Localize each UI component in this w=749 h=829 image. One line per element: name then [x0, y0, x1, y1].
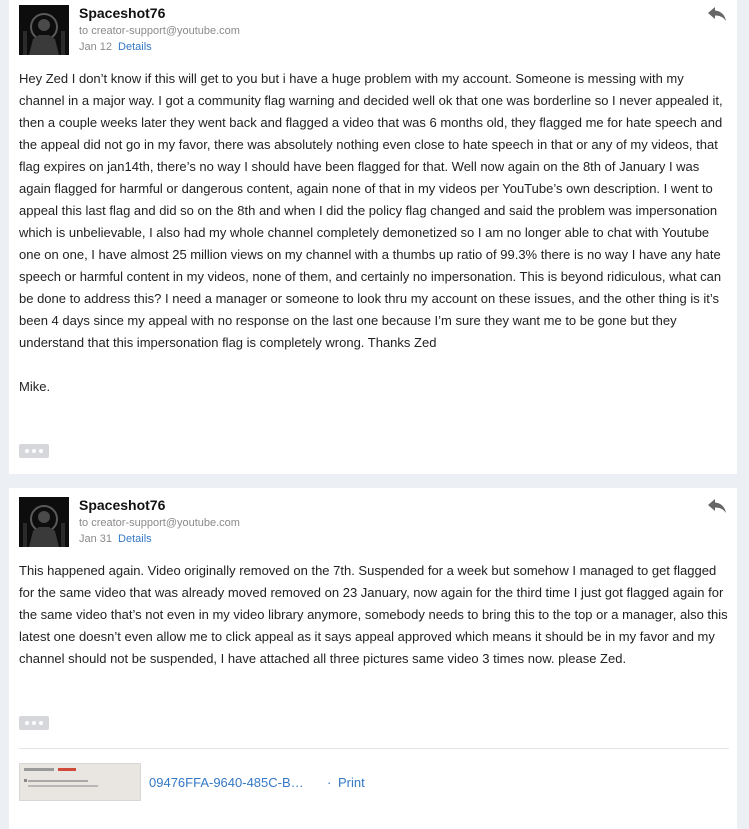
more-dots-icon[interactable] — [19, 444, 49, 458]
message-paragraph: Hey Zed I don’t know if this will get to… — [19, 71, 723, 350]
details-link[interactable]: Details — [118, 533, 152, 545]
message-paragraph: This happened again. Video originally re… — [19, 563, 728, 666]
message-date-row: Jan 12 Details — [79, 41, 152, 53]
message-date: Jan 31 — [79, 533, 113, 545]
attachment-thumbnail[interactable] — [19, 763, 141, 801]
attachment-separator: · — [327, 775, 332, 790]
attachment-name-link[interactable]: 09476FFA-9640-485C-B… — [149, 775, 304, 790]
recipient: to creator-support@youtube.com — [79, 25, 240, 37]
message-card: Spaceshot76 to creator-support@youtube.c… — [9, 488, 737, 829]
message-date: Jan 12 — [79, 41, 113, 53]
message-signature: Mike. — [19, 379, 51, 394]
sender-avatar[interactable] — [19, 5, 69, 55]
message-body: Hey Zed I don’t know if this will get to… — [19, 68, 731, 398]
reply-arrow-icon[interactable] — [707, 6, 727, 22]
sender-avatar[interactable] — [19, 497, 69, 547]
print-link[interactable]: Print — [338, 775, 365, 790]
recipient: to creator-support@youtube.com — [79, 517, 240, 529]
sender-name: Spaceshot76 — [79, 497, 166, 513]
message-body: This happened again. Video originally re… — [19, 560, 731, 670]
reply-arrow-icon[interactable] — [707, 498, 727, 514]
details-link[interactable]: Details — [118, 41, 152, 53]
message-date-row: Jan 31 Details — [79, 533, 152, 545]
message-card: Spaceshot76 to creator-support@youtube.c… — [9, 0, 737, 474]
sender-name: Spaceshot76 — [79, 5, 166, 21]
divider — [19, 748, 729, 749]
more-dots-icon[interactable] — [19, 716, 49, 730]
